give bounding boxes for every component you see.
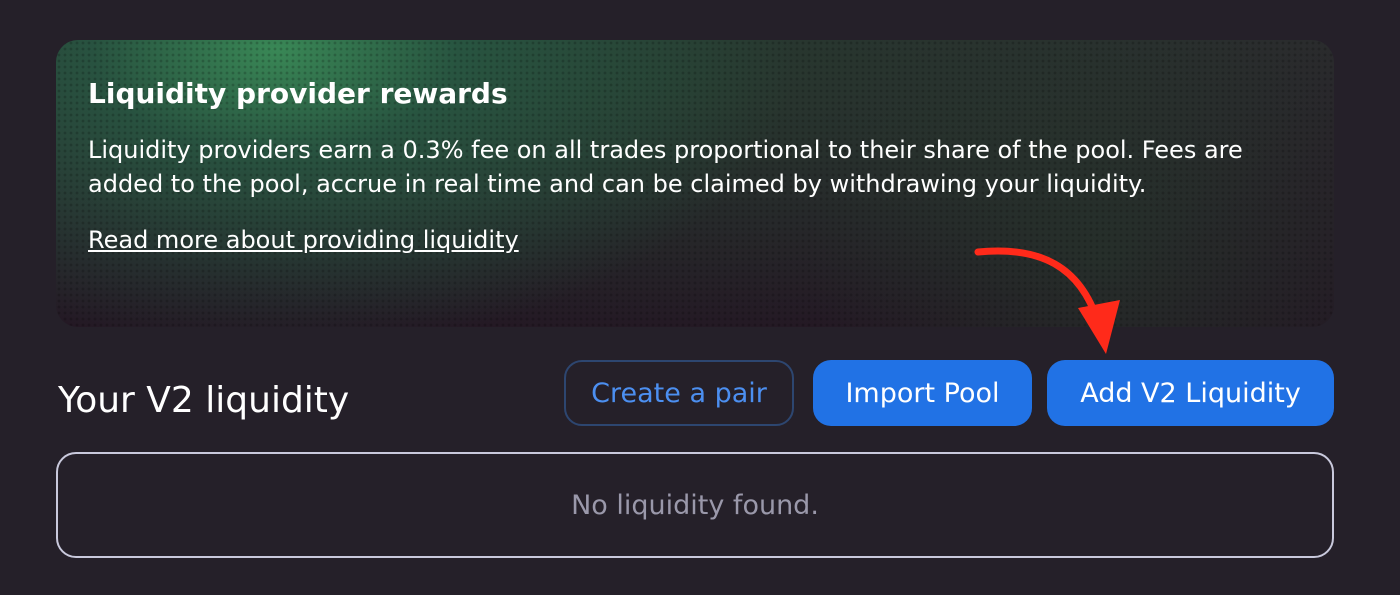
page-title: Your V2 liquidity	[58, 380, 350, 421]
import-pool-button[interactable]: Import Pool	[813, 360, 1032, 426]
empty-state-message: No liquidity found.	[571, 489, 819, 521]
curved-arrow-icon	[974, 247, 1120, 354]
liquidity-list-empty: No liquidity found.	[56, 452, 1334, 558]
rewards-title: Liquidity provider rewards	[88, 77, 508, 110]
rewards-description: Liquidity providers earn a 0.3% fee on a…	[88, 136, 1243, 198]
read-more-link[interactable]: Read more about providing liquidity	[88, 223, 519, 257]
rewards-content: Liquidity provider rewards Liquidity pro…	[88, 74, 1294, 257]
create-pair-button[interactable]: Create a pair	[564, 360, 794, 426]
add-v2-liquidity-button[interactable]: Add V2 Liquidity	[1047, 360, 1334, 426]
rewards-banner: Liquidity provider rewards Liquidity pro…	[56, 40, 1334, 327]
